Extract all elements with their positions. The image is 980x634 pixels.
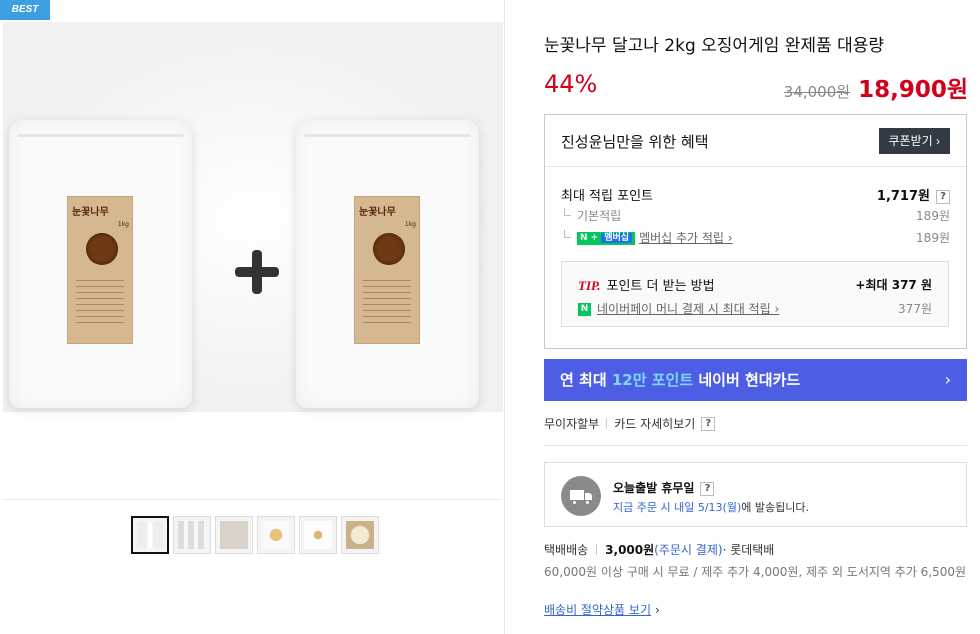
card-detail-link[interactable]: 카드 자세히보기 xyxy=(614,415,695,432)
bag-label: 눈꽃나무 1kg xyxy=(67,196,133,344)
shipping-title: 오늘출발 휴무일? xyxy=(613,479,715,496)
tip-row: TIP. 포인트 더 받는 방법 +최대 377 원 xyxy=(578,275,932,294)
naver-hyundai-card-banner[interactable]: 연 최대 12만 포인트 네이버 현대카드 › xyxy=(544,359,967,401)
sale-price: 18,900원 xyxy=(858,77,968,103)
chevron-right-icon: › xyxy=(944,370,951,389)
thumbnail-2[interactable] xyxy=(173,516,211,554)
discount-rate: 44% xyxy=(544,70,598,98)
bag-brand: 눈꽃나무 xyxy=(359,207,396,218)
original-price: 34,000원 xyxy=(783,83,851,101)
shipping-box: 오늘출발 휴무일? 지금 주문 시 내일 5/13(월)에 발송됩니다. xyxy=(544,462,967,527)
membership-link[interactable]: 멤버십 추가 적립 › xyxy=(639,231,733,245)
plus-icon xyxy=(233,248,281,296)
thumbnail-5[interactable] xyxy=(299,516,337,554)
bag-weight: 1kg xyxy=(117,221,129,228)
card-banner-prefix: 연 최대 xyxy=(560,371,612,389)
truck-icon xyxy=(561,476,601,516)
bag-brand: 눈꽃나무 xyxy=(72,207,109,218)
tip-box: TIP. 포인트 더 받는 방법 +최대 377 원 N 네이버페이 머니 결제 시… xyxy=(561,261,949,327)
delivery-fee: 3,000원 xyxy=(605,543,655,557)
dalgona-candy-image xyxy=(86,233,118,265)
thumbnail-strip xyxy=(131,516,379,554)
delivery-condition: (주문시 결제) xyxy=(654,543,723,557)
membership-points-row: N + 멤버십 멤버십 추가 적립 › 189원 xyxy=(561,229,950,246)
chevron-right-icon: › xyxy=(655,603,660,617)
tip-text: 포인트 더 받는 방법 xyxy=(606,279,715,294)
bag-weight: 1kg xyxy=(404,221,416,228)
courier: · 롯데택배 xyxy=(722,543,775,557)
help-icon[interactable]: ? xyxy=(700,481,715,496)
label-text-lines xyxy=(76,275,124,323)
bag-label: 눈꽃나무 1kg xyxy=(354,196,420,344)
thumbnail-3[interactable] xyxy=(215,516,253,554)
shipping-desc: 지금 주문 시 내일 5/13(월)에 발송됩니다. xyxy=(613,501,809,514)
shipping-date: 지금 주문 시 내일 5/13(월) xyxy=(613,501,742,514)
tip-value: +최대 377 원 xyxy=(855,278,932,292)
divider xyxy=(544,445,967,446)
separator xyxy=(606,418,608,429)
delivery-row: 택배배송 3,000원 (주문시 결제) · 롯데택배 xyxy=(544,541,774,558)
product-bag-right: 눈꽃나무 1kg xyxy=(296,120,479,408)
npay-icon: N xyxy=(578,303,591,316)
basic-points-value: 189원 xyxy=(916,209,950,223)
benefit-box: 진성윤님만을 위한 혜택 쿠폰받기 › 최대 적립 포인트 1,717원? 기본… xyxy=(544,114,967,349)
best-badge: BEST xyxy=(0,0,50,20)
separator xyxy=(596,544,598,555)
product-gallery: BEST 눈꽃나무 1kg 눈꽃나무 1kg xyxy=(0,0,505,634)
get-coupon-button[interactable]: 쿠폰받기 › xyxy=(878,128,950,154)
help-icon[interactable]: ? xyxy=(936,189,950,204)
naver-plus-badge: N + 멤버십 xyxy=(577,232,636,245)
dalgona-candy-image xyxy=(373,233,405,265)
npay-link[interactable]: 네이버페이 머니 결제 시 최대 적립 › xyxy=(597,302,779,316)
basic-points-row: 기본적립 189원 xyxy=(561,207,950,224)
npay-value: 377원 xyxy=(898,302,932,316)
thumb-divider xyxy=(3,499,501,500)
main-product-image[interactable]: 눈꽃나무 1kg 눈꽃나무 1kg xyxy=(3,22,503,412)
benefit-title: 진성윤님만을 위한 혜택 xyxy=(561,133,709,151)
installment-row: 무이자할부 카드 자세히보기 ? xyxy=(544,415,716,432)
product-bag-left: 눈꽃나무 1kg xyxy=(9,120,192,408)
membership-points-value: 189원 xyxy=(916,231,950,245)
extra-fee-info: 60,000원 이상 구매 시 무료 / 제주 추가 4,000원, 제주 외 … xyxy=(544,565,967,579)
basic-points-label: 기본적립 xyxy=(561,207,621,224)
max-points-value: 1,717원 xyxy=(876,189,930,204)
thumbnail-4[interactable] xyxy=(257,516,295,554)
card-banner-suffix: 네이버 현대카드 xyxy=(693,371,801,389)
delivery-type: 택배배송 xyxy=(544,543,589,557)
installment-label: 무이자할부 xyxy=(544,417,600,431)
label-text-lines xyxy=(363,275,411,323)
price-row: 34,000원 18,900원 xyxy=(784,70,968,104)
benefit-header: 진성윤님만을 위한 혜택 쿠폰받기 › xyxy=(545,115,966,167)
max-points-label: 최대 적립 포인트 xyxy=(561,189,653,204)
max-points-row: 최대 적립 포인트 1,717원? xyxy=(561,185,950,204)
tip-label: TIP. xyxy=(578,278,601,293)
product-title: 눈꽃나무 달고나 2kg 오징어게임 완제품 대용량 xyxy=(544,36,884,56)
help-icon[interactable]: ? xyxy=(701,416,716,431)
card-banner-highlight: 12만 포인트 xyxy=(611,371,694,389)
thumbnail-6[interactable] xyxy=(341,516,379,554)
npay-row: N 네이버페이 머니 결제 시 최대 적립 › 377원 xyxy=(578,300,932,317)
thumbnail-1[interactable] xyxy=(131,516,169,554)
shipping-save-link[interactable]: 배송비 절약상품 보기 › xyxy=(544,601,660,618)
